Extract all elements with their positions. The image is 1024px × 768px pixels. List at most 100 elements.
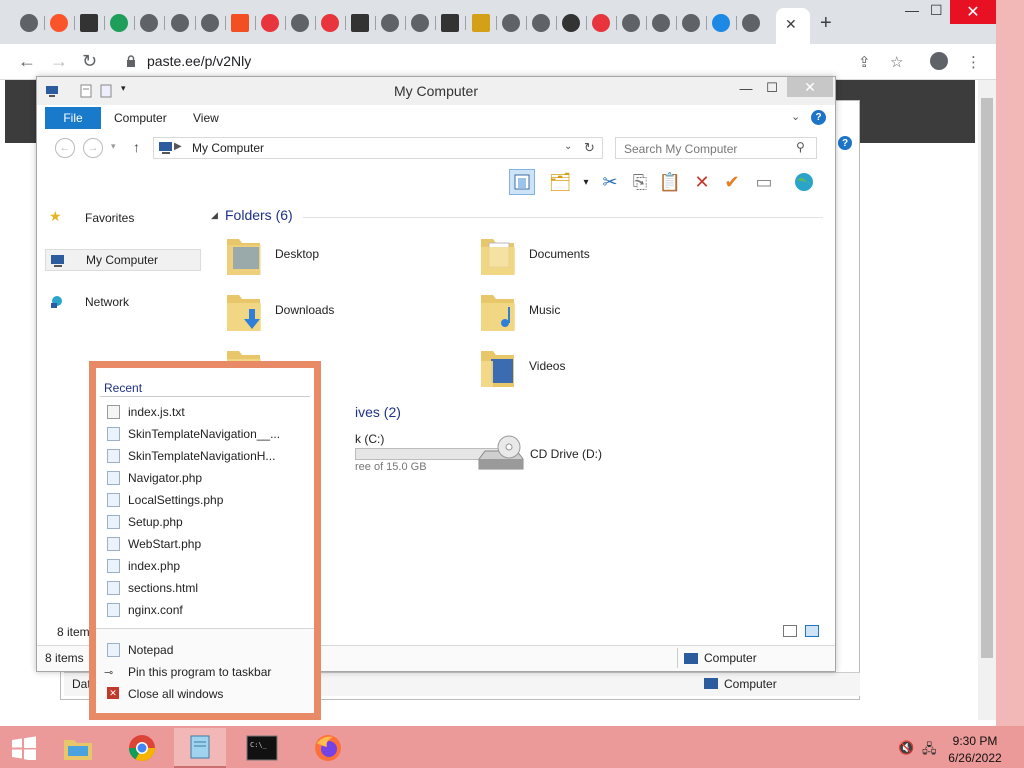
nav-network[interactable]: Network (45, 291, 201, 313)
search-icon[interactable]: ⚲ (796, 140, 805, 154)
menu-kebab-icon[interactable]: ⋮ (966, 53, 981, 71)
tab-windows-icon[interactable] (230, 14, 249, 32)
cut-icon[interactable]: ✂ (597, 169, 623, 195)
tab-sql-icon[interactable] (80, 14, 99, 32)
explorer-search-input[interactable]: Search My Computer ⚲ (615, 137, 817, 159)
tab-gear-icon[interactable] (501, 14, 520, 32)
forward-arrow-icon[interactable]: → (50, 51, 68, 72)
breadcrumb-chevron-icon[interactable]: ▶ (174, 141, 182, 152)
help-icon[interactable]: ? (811, 110, 826, 125)
ribbon-tab-file[interactable]: File (45, 107, 101, 129)
clock-date[interactable]: 6/26/2022 (940, 751, 1010, 765)
tab-chrome-icon[interactable] (200, 14, 219, 32)
windows-start-icon[interactable] (10, 736, 38, 760)
recent-file-item[interactable]: nginx.conf (104, 600, 310, 620)
nav-my-computer[interactable]: My Computer (45, 249, 201, 271)
tab-chrome-icon[interactable] (20, 14, 38, 32)
folder-options-icon[interactable]: 🗂 (547, 169, 573, 195)
refresh-icon[interactable]: ↻ (584, 140, 595, 156)
folders-group-header[interactable]: Folders (6) (225, 207, 293, 223)
ribbon-tab-view[interactable]: View (193, 111, 219, 125)
tab-chrome-icon[interactable] (531, 14, 550, 32)
taskbar-command-prompt[interactable]: C:\_ (236, 728, 288, 768)
taskbar-file-explorer[interactable] (52, 728, 104, 768)
jump-list-close-all[interactable]: ✕ Close all windows (104, 684, 310, 704)
collapse-group-icon[interactable]: ◢ (211, 210, 218, 221)
minimize-window-button[interactable]: — (905, 2, 919, 18)
drive-c-label[interactable]: k (C:) (355, 432, 384, 446)
taskbar-firefox[interactable] (302, 728, 354, 768)
options-dropdown-icon[interactable]: ▾ (573, 169, 599, 195)
check-icon[interactable]: ✔ (719, 169, 745, 195)
explorer-address-bar[interactable]: ▶ My Computer ⌄ ↻ (153, 137, 603, 159)
recent-file-item[interactable]: WebStart.php (104, 534, 310, 554)
new-tab-button[interactable]: + (820, 12, 832, 35)
recent-file-item[interactable]: SkinTemplateNavigation__... (104, 424, 310, 444)
close-window-button[interactable]: ✕ (950, 0, 996, 24)
explorer-minimize-button[interactable]: — (731, 77, 761, 99)
details-view-icon[interactable] (783, 625, 797, 637)
jump-list-notepad[interactable]: Notepad (104, 640, 310, 660)
network-tray-icon[interactable]: 🖧 (922, 740, 937, 762)
delete-icon[interactable]: ✕ (689, 169, 715, 195)
back-arrow-icon[interactable]: ← (18, 51, 36, 72)
paste-icon[interactable]: 📋 (657, 169, 683, 195)
folder-downloads[interactable]: Downloads (217, 287, 457, 339)
recent-file-item[interactable]: Setup.php (104, 512, 310, 532)
tab-sql-icon[interactable] (441, 14, 460, 32)
address-dropdown-icon[interactable]: ⌄ (564, 141, 572, 152)
reload-icon[interactable]: ↻ (82, 51, 97, 72)
help-icon[interactable]: ? (838, 136, 852, 150)
recent-file-item[interactable]: Navigator.php (104, 468, 310, 488)
tab-store-icon[interactable] (321, 14, 339, 32)
tab-chrome-icon[interactable] (170, 14, 189, 32)
taskbar-notepad[interactable] (174, 728, 226, 768)
folder-videos[interactable]: Videos (471, 343, 711, 395)
large-icons-view-icon[interactable] (805, 625, 819, 637)
speaker-muted-icon[interactable]: 🔇 (898, 740, 914, 756)
explorer-maximize-button[interactable]: ☐ (759, 77, 785, 99)
ribbon-tab-computer[interactable]: Computer (114, 111, 167, 125)
preview-pane-icon[interactable] (509, 169, 535, 195)
recent-file-item[interactable]: LocalSettings.php (104, 490, 310, 510)
tab-close-icon[interactable]: ✕ (785, 16, 797, 33)
tab-brave-icon[interactable] (50, 14, 69, 32)
recent-file-item[interactable]: index.php (104, 556, 310, 576)
jump-list-pin[interactable]: ⊸ Pin this program to taskbar (104, 662, 310, 682)
tab-wikipedia-icon[interactable] (561, 14, 580, 32)
clock-time[interactable]: 9:30 PM (940, 734, 1010, 748)
folder-desktop[interactable]: Desktop (217, 231, 457, 283)
drives-group-header[interactable]: ives (2) (355, 404, 401, 420)
cd-drive-icon[interactable] (475, 433, 527, 475)
tab-chrome-icon[interactable] (652, 14, 671, 32)
explorer-forward-icon[interactable]: → (83, 138, 103, 158)
maximize-window-button[interactable]: ☐ (930, 2, 943, 19)
recent-file-item[interactable]: sections.html (104, 578, 310, 598)
taskbar-chrome[interactable] (116, 728, 168, 768)
recent-file-item[interactable]: index.js.txt (104, 402, 310, 422)
nav-favorites[interactable]: ★ Favorites (45, 207, 201, 229)
recent-file-item[interactable]: SkinTemplateNavigationH... (104, 446, 310, 466)
explorer-back-icon[interactable]: ← (55, 138, 75, 158)
omnibox[interactable]: paste.ee/p/v2Nly (110, 49, 840, 75)
tab-chrome-icon[interactable] (290, 14, 309, 32)
tab-bookmark-icon[interactable] (471, 14, 490, 32)
folder-music[interactable]: Music (471, 287, 711, 339)
rename-icon[interactable]: ▭ (751, 169, 777, 195)
scrollbar-thumb[interactable] (981, 98, 993, 658)
copy-icon[interactable]: ⎘ (627, 169, 653, 195)
share-icon[interactable]: ⇪ (858, 53, 871, 71)
folder-documents[interactable]: Documents (471, 231, 711, 283)
bookmark-star-icon[interactable]: ☆ (890, 53, 903, 71)
tab-opera-icon[interactable] (260, 14, 279, 32)
tab-sql-icon[interactable] (351, 14, 370, 32)
ribbon-expand-icon[interactable]: ⌄ (791, 110, 800, 123)
tab-opera-icon[interactable] (591, 14, 610, 32)
drive-d-label[interactable]: CD Drive (D:) (530, 447, 602, 461)
recent-locations-icon[interactable]: ▾ (111, 141, 116, 152)
tab-chrome-icon[interactable] (622, 14, 640, 32)
up-arrow-icon[interactable]: ↑ (133, 139, 140, 155)
globe-icon[interactable] (791, 169, 817, 195)
explorer-close-button[interactable]: ✕ (787, 77, 833, 97)
profile-avatar[interactable] (930, 52, 948, 70)
